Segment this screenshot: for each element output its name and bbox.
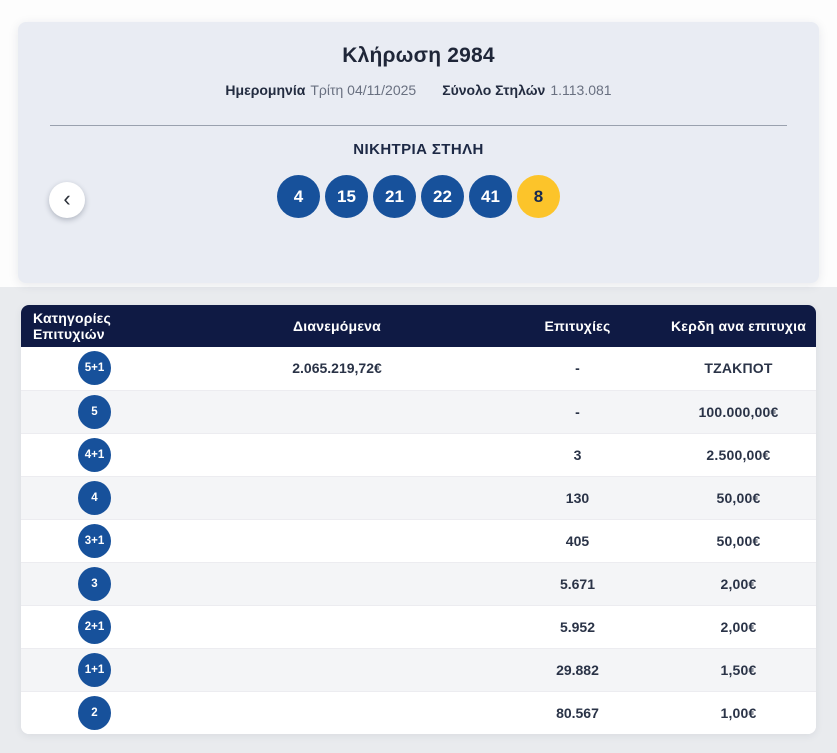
prize-cell: 50,00€ (716, 532, 761, 549)
winners-cell: 405 (565, 532, 590, 549)
distributed-cell (180, 476, 494, 519)
winners-cell: 5.671 (559, 575, 595, 592)
table-row: 1+1 29.882 1,50€ (21, 648, 816, 691)
table-row: 4 130 50,00€ (21, 476, 816, 519)
total-columns-label: Σύνολο Στηλών (442, 82, 546, 98)
category-badge: 2+1 (78, 609, 111, 644)
prize-cell: ΤΖΑΚΠΟΤ (704, 360, 773, 377)
winners-cell: 80.567 (556, 704, 599, 721)
category-cell: 1+1 (21, 648, 180, 691)
category-badge: 2 (78, 695, 111, 730)
distributed-cell (180, 433, 494, 476)
table-row: 3+1 405 50,00€ (21, 519, 816, 562)
table-row: 3 5.671 2,00€ (21, 562, 816, 605)
category-cell: 3+1 (21, 519, 180, 562)
winning-number-ball: 41 (469, 175, 512, 218)
table-row: 5+1 2.065.219,72€ - ΤΖΑΚΠΟΤ (21, 347, 816, 390)
winning-number-ball: 4 (277, 175, 320, 218)
date-value: Τρίτη 04/11/2025 (310, 82, 417, 98)
prize-cell: 2.500,00€ (706, 446, 771, 463)
table-row: 2+1 5.952 2,00€ (21, 605, 816, 648)
winning-number-ball: 15 (325, 175, 368, 218)
category-badge: 4 (78, 480, 111, 515)
table-row: 4+1 3 2.500,00€ (21, 433, 816, 476)
draw-title: Κλήρωση 2984 (342, 44, 495, 67)
draw-meta: Ημερομηνία Τρίτη 04/11/2025 Σύνολο Στηλώ… (18, 81, 819, 99)
prize-cell: 2,00€ (720, 618, 757, 635)
prize-cell: 2,00€ (720, 575, 757, 592)
winners-cell: - (575, 403, 580, 420)
joker-number-ball: 8 (517, 175, 560, 218)
results-section: Κατηγορίες Επιτυχιών Διανεμόμενα Επιτυχί… (0, 287, 837, 753)
category-badge: 4+1 (78, 437, 111, 472)
table-row: 5 - 100.000,00€ (21, 390, 816, 433)
total-columns-value: 1.113.081 (550, 82, 612, 98)
winners-cell: 29.882 (556, 661, 599, 678)
prize-cell: 1,00€ (720, 704, 757, 721)
distributed-cell (180, 562, 494, 605)
total-columns: Σύνολο Στηλών 1.113.081 (442, 81, 611, 99)
winners-cell: 5.952 (559, 618, 595, 635)
column-header-winners: Επιτυχίες (494, 305, 661, 347)
category-badge: 5 (78, 394, 111, 429)
category-badge: 3+1 (78, 523, 111, 558)
prize-cell: 100.000,00€ (698, 403, 779, 420)
winning-number-ball: 21 (373, 175, 416, 218)
page: Κλήρωση 2984 Ημερομηνία Τρίτη 04/11/2025… (0, 0, 837, 753)
divider (50, 125, 787, 126)
category-cell: 2+1 (21, 605, 180, 648)
winners-cell: 130 (565, 489, 590, 506)
winning-numbers: 4 15 21 22 41 8 (18, 175, 819, 218)
table-row: 2 80.567 1,00€ (21, 691, 816, 734)
table-header-row: Κατηγορίες Επιτυχιών Διανεμόμενα Επιτυχί… (21, 305, 816, 347)
category-cell: 3 (21, 562, 180, 605)
results-table: Κατηγορίες Επιτυχιών Διανεμόμενα Επιτυχί… (21, 305, 816, 734)
category-badge: 5+1 (78, 351, 111, 386)
draw-card: Κλήρωση 2984 Ημερομηνία Τρίτη 04/11/2025… (18, 22, 819, 283)
prize-cell: 50,00€ (716, 489, 761, 506)
distributed-cell: 2.065.219,72€ (292, 360, 382, 377)
column-header-prize: Κερδη ανα επιτυχια (660, 305, 816, 347)
prize-cell: 1,50€ (720, 661, 757, 678)
winners-cell: - (575, 360, 580, 377)
category-cell: 4 (21, 476, 180, 519)
category-cell: 5+1 (21, 347, 180, 390)
column-header-categories: Κατηγορίες Επιτυχιών (21, 305, 180, 347)
distributed-cell (180, 519, 494, 562)
category-cell: 2 (21, 691, 180, 734)
distributed-cell (180, 390, 494, 433)
draw-date: Ημερομηνία Τρίτη 04/11/2025 (225, 81, 416, 99)
date-label: Ημερομηνία (225, 82, 306, 98)
draw-summary-section: Κλήρωση 2984 Ημερομηνία Τρίτη 04/11/2025… (0, 0, 837, 287)
winners-cell: 3 (573, 446, 582, 463)
chevron-left-icon: ‹ (63, 185, 71, 211)
results-table-body: 5+1 2.065.219,72€ - ΤΖΑΚΠΟΤ 5 - 100.000,00€ 4+1… (21, 347, 816, 734)
winning-column-title: ΝΙΚΗΤΡΙΑ ΣΤΗΛΗ (353, 141, 484, 158)
category-badge: 3 (78, 566, 111, 601)
winning-number-ball: 22 (421, 175, 464, 218)
category-cell: 4+1 (21, 433, 180, 476)
distributed-cell (180, 691, 494, 734)
category-cell: 5 (21, 390, 180, 433)
distributed-cell (180, 648, 494, 691)
previous-draw-button[interactable]: ‹ (49, 182, 85, 218)
column-header-distributed: Διανεμόμενα (180, 305, 495, 347)
distributed-cell (180, 605, 494, 648)
category-badge: 1+1 (78, 652, 111, 687)
